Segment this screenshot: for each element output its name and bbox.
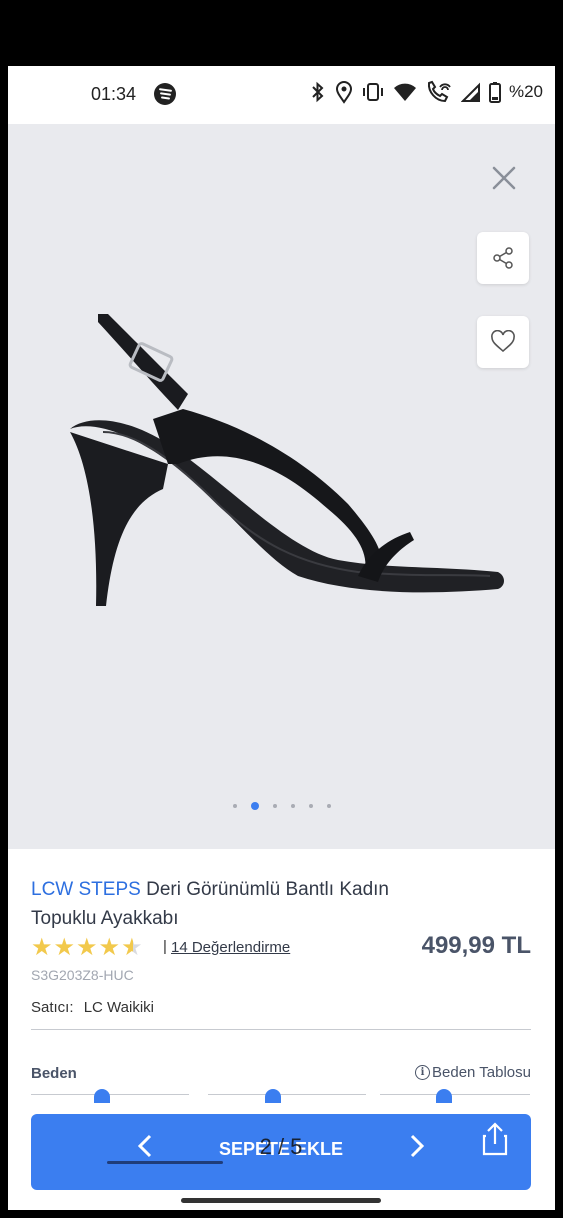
half-star-icon: ★: [121, 934, 143, 961]
gallery-dots[interactable]: [8, 802, 555, 810]
star-icon: ★: [31, 934, 53, 961]
share-out-icon[interactable]: [482, 1122, 508, 1156]
image-scrubber[interactable]: [107, 1161, 223, 1164]
seller-name[interactable]: LC Waikiki: [84, 999, 154, 1016]
product-sku: S3G203Z8-HUC: [31, 967, 134, 983]
spotify-icon: [154, 83, 176, 105]
seller-label: Satıcı:: [31, 999, 74, 1016]
gallery-dot-active[interactable]: [250, 802, 259, 810]
star-icon: ★: [76, 934, 98, 961]
seller-info: Satıcı: LC Waikiki: [31, 999, 154, 1016]
home-indicator[interactable]: [181, 1198, 381, 1203]
wifi-calling-icon: [427, 80, 451, 103]
gallery-dot[interactable]: [232, 804, 237, 808]
gallery-dot[interactable]: [272, 804, 277, 808]
share-button[interactable]: [477, 232, 529, 284]
location-icon: [335, 81, 352, 104]
bluetooth-icon: [312, 81, 324, 103]
gallery-dot[interactable]: [308, 804, 313, 808]
battery-percent: %20: [508, 82, 543, 101]
divider: [31, 1029, 531, 1030]
star-icon: ★: [98, 934, 121, 961]
size-label: Beden: [31, 1065, 77, 1082]
close-icon[interactable]: [488, 162, 520, 194]
brand-link[interactable]: LCW STEPS: [31, 879, 141, 900]
size-option[interactable]: [380, 1094, 530, 1095]
reviews-link[interactable]: 14 Değerlendirme: [171, 939, 290, 956]
size-table-link[interactable]: i Beden Tablosu: [415, 1064, 531, 1081]
gallery-dot[interactable]: [290, 804, 295, 808]
rating-stars[interactable]: ★ ★ ★ ★ ★: [31, 936, 143, 960]
product-price: 499,99 TL: [421, 932, 531, 959]
product-image: [70, 314, 504, 606]
status-time: 01:34: [91, 84, 137, 104]
app-frame: 01:34 %20 LCW STEPS Deri Görünümlü Bantl…: [8, 66, 555, 1210]
size-table-label: Beden Tablosu: [432, 1064, 531, 1081]
product-gallery[interactable]: [8, 124, 555, 849]
share-icon: [493, 247, 513, 269]
add-to-cart-button[interactable]: SEPETE EKLE 2 / 5: [31, 1114, 531, 1190]
gallery-dot[interactable]: [326, 804, 331, 808]
vibrate-icon: [362, 83, 383, 101]
chevron-left-icon[interactable]: [131, 1132, 159, 1160]
info-icon: i: [415, 1065, 431, 1080]
size-option-marker: [436, 1089, 452, 1103]
image-counter: 2 / 5: [259, 1134, 303, 1159]
status-bar: 01:34 %20: [8, 66, 555, 124]
signal-icon: [460, 82, 480, 102]
size-option-marker: [265, 1089, 281, 1103]
size-option[interactable]: [31, 1094, 189, 1095]
wifi-icon: [393, 83, 416, 101]
chevron-right-icon[interactable]: [403, 1132, 431, 1160]
battery-icon: [488, 82, 501, 103]
review-separator: |: [163, 938, 167, 955]
size-option[interactable]: [208, 1094, 366, 1095]
size-option-marker: [94, 1089, 110, 1103]
status-icons: %20: [309, 80, 543, 104]
product-title: LCW STEPS Deri Görünümlü Bantlı Kadın To…: [31, 875, 411, 933]
star-icon: ★: [53, 934, 76, 961]
